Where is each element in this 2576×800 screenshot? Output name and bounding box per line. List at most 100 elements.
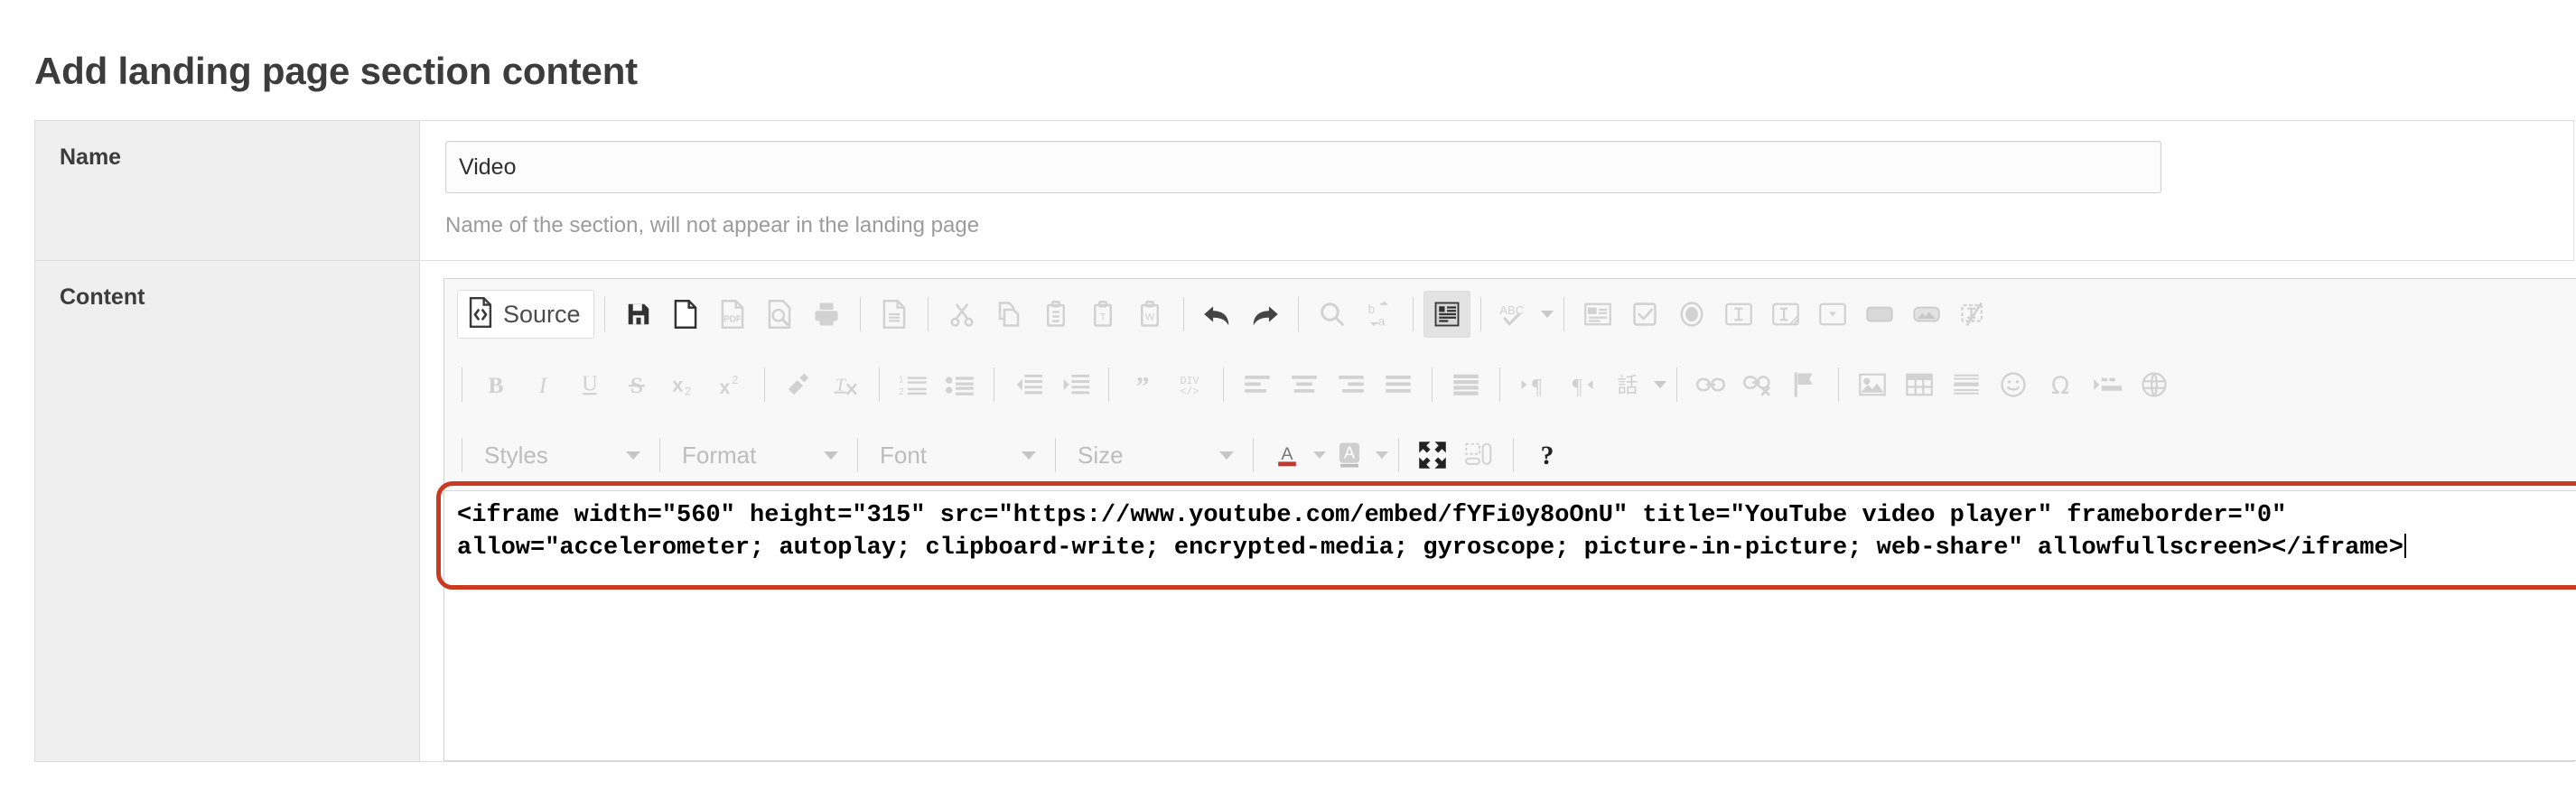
source-button[interactable]: Source — [457, 290, 594, 339]
numbered-list-icon[interactable]: 12 — [890, 361, 937, 408]
svg-text:a: a — [1377, 315, 1385, 329]
toolbar-separator — [659, 438, 660, 472]
iframe-icon[interactable] — [2131, 361, 2178, 408]
find-icon[interactable] — [1309, 291, 1356, 338]
about-icon[interactable]: ? — [1524, 432, 1571, 479]
maximize-icon[interactable] — [1409, 432, 1456, 479]
styles-combo[interactable]: Styles — [472, 432, 649, 479]
redo-icon[interactable] — [1241, 291, 1288, 338]
align-center-icon[interactable] — [1281, 361, 1328, 408]
new-page-icon[interactable] — [662, 291, 709, 338]
button-icon[interactable] — [1856, 291, 1903, 338]
underline-icon[interactable]: U — [566, 361, 613, 408]
italic-icon[interactable]: I — [519, 361, 566, 408]
background-color-icon[interactable]: A — [1326, 432, 1373, 479]
cut-icon[interactable] — [938, 291, 985, 338]
svg-text:S: S — [630, 372, 643, 397]
svg-text:</>: </> — [1181, 386, 1199, 398]
page-title: Add landing page section content — [34, 50, 638, 92]
toolbar-separator — [927, 297, 929, 331]
bulleted-list-icon[interactable] — [937, 361, 984, 408]
radio-button-icon[interactable] — [1668, 291, 1715, 338]
undo-icon[interactable] — [1194, 291, 1241, 338]
ckeditor-toolbar: Source PDF T W b a ABC B I U S x 2 x 2 T… — [443, 278, 2576, 490]
remove-format-icon[interactable]: T — [822, 361, 869, 408]
image-icon[interactable] — [1849, 361, 1896, 408]
print-icon[interactable] — [803, 291, 850, 338]
superscript-icon[interactable]: x2 — [707, 361, 754, 408]
toolbar-separator — [1499, 367, 1500, 402]
smiley-icon[interactable] — [1990, 361, 2037, 408]
spell-check-icon[interactable]: ABC — [1491, 291, 1538, 338]
save-icon[interactable] — [615, 291, 662, 338]
special-character-icon[interactable]: Ω — [2037, 361, 2084, 408]
toolbar-separator — [1055, 438, 1056, 472]
text-direction-rtl-icon[interactable]: ¶ — [1557, 361, 1604, 408]
background-color-group[interactable]: A — [1326, 432, 1388, 479]
replace-icon[interactable]: ba — [1356, 291, 1403, 338]
show-blocks-icon[interactable] — [1456, 432, 1503, 479]
language-icon[interactable]: 話 — [1604, 361, 1651, 408]
font-combo[interactable]: Font — [868, 432, 1045, 479]
svg-text:x: x — [673, 375, 684, 396]
format-combo-label: Format — [682, 441, 757, 469]
toolbar-row-1: Source PDF T W b a ABC — [444, 279, 2576, 349]
checkbox-icon[interactable] — [1621, 291, 1668, 338]
image-button-icon[interactable] — [1903, 291, 1950, 338]
hidden-field-icon[interactable] — [1950, 291, 1997, 338]
pdf-icon[interactable]: PDF — [709, 291, 756, 338]
svg-text:W: W — [1144, 312, 1154, 322]
size-combo[interactable]: Size — [1066, 432, 1243, 479]
paste-icon[interactable] — [1032, 291, 1079, 338]
increase-indent-icon[interactable] — [1051, 361, 1098, 408]
bold-icon[interactable]: B — [472, 361, 519, 408]
horizontal-rule-icon[interactable] — [1943, 361, 1990, 408]
text-color-group[interactable]: A — [1264, 432, 1326, 479]
selection-field-icon[interactable] — [1809, 291, 1856, 338]
table-icon[interactable] — [1896, 361, 1943, 408]
justify-block-icon[interactable] — [1442, 361, 1489, 408]
justify-icon[interactable] — [1375, 361, 1422, 408]
text-color-icon[interactable]: A — [1264, 432, 1311, 479]
templates-icon[interactable] — [871, 291, 918, 338]
text-field-icon[interactable] — [1715, 291, 1762, 338]
blockquote-icon[interactable]: ” — [1119, 361, 1166, 408]
spell-check-group[interactable]: ABC — [1491, 291, 1554, 338]
select-all-icon[interactable] — [1423, 291, 1470, 338]
preview-icon[interactable] — [756, 291, 803, 338]
page-break-icon[interactable] — [2084, 361, 2131, 408]
chevron-down-icon — [824, 451, 838, 460]
align-right-icon[interactable] — [1328, 361, 1375, 408]
paste-as-plain-text-icon[interactable]: T — [1079, 291, 1126, 338]
content-field-cell: Source PDF T W b a ABC B I U S x 2 x 2 T… — [419, 261, 2576, 761]
format-combo[interactable]: Format — [670, 432, 847, 479]
align-left-icon[interactable] — [1234, 361, 1281, 408]
textarea-icon[interactable] — [1762, 291, 1809, 338]
toolbar-separator — [1253, 438, 1254, 472]
toolbar-separator — [859, 297, 861, 331]
svg-text:B: B — [489, 372, 504, 397]
toolbar-separator — [603, 297, 605, 331]
decrease-indent-icon[interactable] — [1004, 361, 1051, 408]
copy-icon[interactable] — [985, 291, 1032, 338]
form-icon[interactable] — [1574, 291, 1621, 338]
paste-from-word-icon[interactable]: W — [1126, 291, 1173, 338]
subscript-icon[interactable]: x2 — [660, 361, 707, 408]
svg-text:2: 2 — [899, 387, 903, 397]
text-direction-ltr-icon[interactable]: ¶ — [1510, 361, 1557, 408]
svg-text:I: I — [538, 372, 548, 397]
source-textarea[interactable]: <iframe width="560" height="315" src="ht… — [443, 490, 2576, 761]
language-group[interactable]: 話 — [1604, 361, 1666, 408]
name-field-cell: Name of the section, will not appear in … — [419, 121, 2573, 260]
name-input[interactable] — [445, 141, 2161, 193]
name-label: Name — [60, 144, 122, 170]
create-div-icon[interactable]: DIV </> — [1166, 361, 1213, 408]
strikethrough-icon[interactable]: S — [613, 361, 660, 408]
unlink-icon[interactable] — [1734, 361, 1781, 408]
chevron-down-icon — [626, 451, 640, 460]
link-icon[interactable] — [1687, 361, 1734, 408]
anchor-icon[interactable] — [1781, 361, 1828, 408]
copy-formatting-icon[interactable] — [775, 361, 822, 408]
page-container: Add landing page section content Name Na… — [0, 0, 2576, 762]
form-row-name: Name Name of the section, will not appea… — [34, 121, 2574, 261]
